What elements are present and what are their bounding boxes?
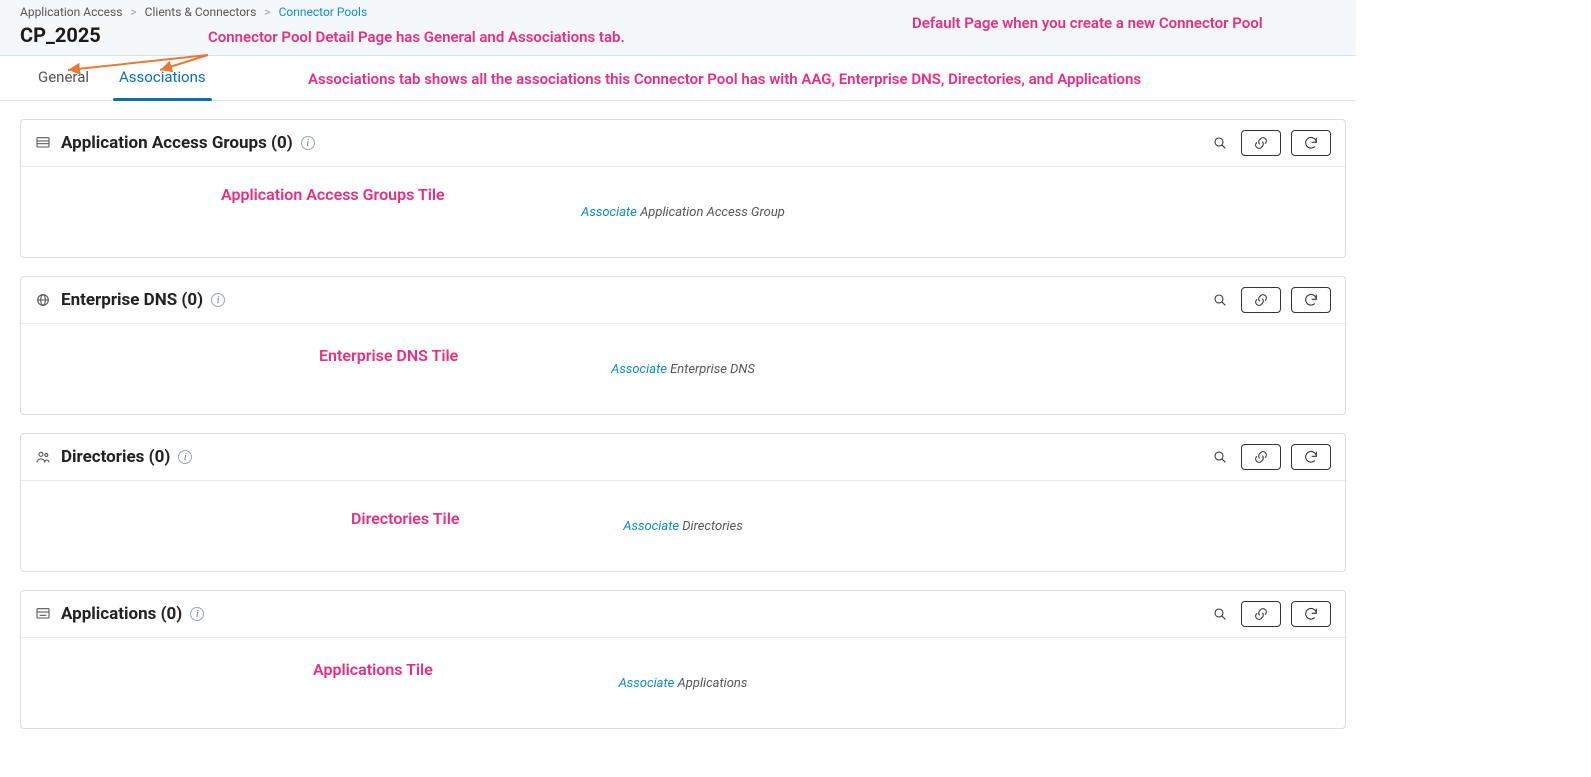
breadcrumb-separator: > xyxy=(264,5,270,19)
associate-hint: Associate Application Access Group xyxy=(581,205,785,220)
annotation-dns-tile: Enterprise DNS Tile xyxy=(319,346,458,365)
panel-application-access-groups: Application Access Groups (0) i Appl xyxy=(20,119,1346,258)
breadcrumb-item-connector-pools[interactable]: Connector Pools xyxy=(279,5,368,19)
directories-icon xyxy=(35,449,53,465)
info-icon[interactable]: i xyxy=(301,136,315,150)
associate-target: Applications xyxy=(674,676,747,691)
refresh-button[interactable] xyxy=(1291,287,1331,313)
tabs: General Associations Associations tab sh… xyxy=(0,56,1356,101)
associate-hint: Associate Enterprise DNS xyxy=(611,362,755,377)
associate-link[interactable]: Associate xyxy=(619,676,675,691)
breadcrumb-item-app-access[interactable]: Application Access xyxy=(20,5,122,19)
breadcrumb: Application Access > Clients & Connector… xyxy=(20,5,1336,19)
associate-target: Application Access Group xyxy=(637,205,785,220)
breadcrumb-separator: > xyxy=(130,5,136,19)
associate-button[interactable] xyxy=(1241,444,1281,470)
associate-link[interactable]: Associate xyxy=(611,362,667,377)
associate-button[interactable] xyxy=(1241,130,1281,156)
refresh-button[interactable] xyxy=(1291,444,1331,470)
tab-associations[interactable]: Associations xyxy=(119,68,206,100)
annotation-assoc-tab-note: Associations tab shows all the associati… xyxy=(308,70,1141,88)
panel-title: Enterprise DNS (0) xyxy=(61,290,203,310)
panel-enterprise-dns: Enterprise DNS (0) i Enterprise DNS xyxy=(20,276,1346,415)
associate-target: Enterprise DNS xyxy=(667,362,755,377)
panel-title: Applications (0) xyxy=(61,604,182,624)
annotation-directories-tile: Directories Tile xyxy=(351,509,459,528)
refresh-button[interactable] xyxy=(1291,601,1331,627)
info-icon[interactable]: i xyxy=(211,293,225,307)
annotation-applications-tile: Applications Tile xyxy=(313,660,433,679)
associate-hint: Associate Applications xyxy=(619,676,748,691)
panel-title: Directories (0) xyxy=(61,447,170,467)
panel-title: Application Access Groups (0) xyxy=(61,133,293,153)
breadcrumb-item-clients-connectors[interactable]: Clients & Connectors xyxy=(145,5,257,19)
panel-directories: Directories (0) i Directories Tile xyxy=(20,433,1346,572)
associate-hint: Associate Directories xyxy=(623,519,742,534)
associate-button[interactable] xyxy=(1241,287,1281,313)
info-icon[interactable]: i xyxy=(178,450,192,464)
refresh-button[interactable] xyxy=(1291,130,1331,156)
search-icon[interactable] xyxy=(1209,601,1231,627)
page-title: CP_2025 xyxy=(20,23,1336,47)
panel-applications: Applications (0) i Applications Tile xyxy=(20,590,1346,729)
tab-general[interactable]: General xyxy=(38,68,89,100)
associate-target: Directories xyxy=(679,519,743,534)
applications-icon xyxy=(35,606,53,622)
search-icon[interactable] xyxy=(1209,444,1231,470)
info-icon[interactable]: i xyxy=(190,607,204,621)
associate-link[interactable]: Associate xyxy=(623,519,679,534)
associate-link[interactable]: Associate xyxy=(581,205,637,220)
search-icon[interactable] xyxy=(1209,287,1231,313)
annotation-aag-tile: Application Access Groups Tile xyxy=(221,185,445,204)
search-icon[interactable] xyxy=(1209,130,1231,156)
app-group-icon xyxy=(35,135,53,151)
associate-button[interactable] xyxy=(1241,601,1281,627)
dns-icon xyxy=(35,292,53,308)
